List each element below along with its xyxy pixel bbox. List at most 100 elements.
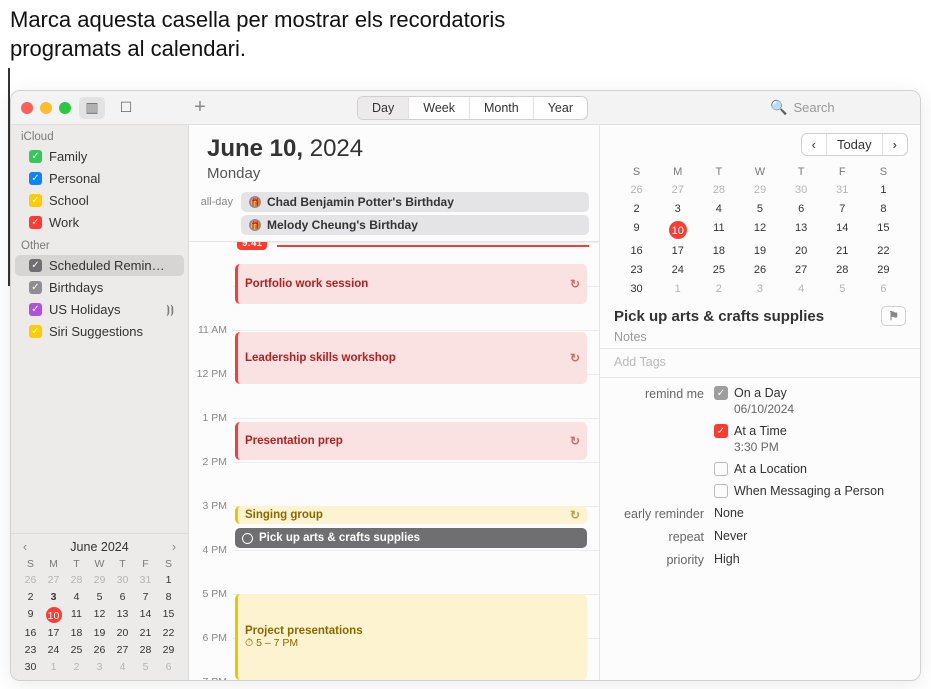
- event[interactable]: Project presentations⏱ 5 – 7 PM: [235, 594, 587, 680]
- mini-cal-day[interactable]: 6: [157, 660, 180, 674]
- priority-value[interactable]: High: [714, 552, 906, 566]
- mini-cal-day[interactable]: 16: [616, 244, 657, 258]
- mini-cal-day[interactable]: 1: [863, 183, 904, 197]
- mini-cal-day[interactable]: 3: [657, 202, 698, 216]
- sidebar-item-personal[interactable]: Personal: [15, 168, 184, 189]
- mini-cal-day[interactable]: 30: [111, 573, 134, 587]
- view-tab-year[interactable]: Year: [533, 97, 587, 119]
- on-a-day-value[interactable]: 06/10/2024: [734, 402, 906, 416]
- next-month-button[interactable]: ›: [168, 540, 180, 554]
- mini-cal-day[interactable]: 4: [781, 282, 822, 296]
- mini-cal-day[interactable]: 30: [19, 660, 42, 674]
- mini-cal-day[interactable]: 28: [822, 263, 863, 277]
- calendar-checkbox[interactable]: [29, 194, 42, 207]
- mini-cal-day[interactable]: 2: [698, 282, 739, 296]
- tags-field[interactable]: Add Tags: [600, 349, 920, 378]
- mini-cal-day[interactable]: 20: [111, 626, 134, 640]
- mini-cal-day[interactable]: 27: [111, 643, 134, 657]
- mini-cal-day[interactable]: 20: [781, 244, 822, 258]
- mini-cal-day[interactable]: 18: [65, 626, 88, 640]
- mini-cal-day[interactable]: 28: [698, 183, 739, 197]
- today-button[interactable]: Today: [826, 134, 882, 155]
- event[interactable]: Presentation prep↻: [235, 422, 587, 460]
- all-day-event[interactable]: 🎁Chad Benjamin Potter's Birthday: [241, 192, 589, 212]
- at-location-row[interactable]: At a Location: [714, 462, 906, 476]
- mini-cal-day[interactable]: 26: [739, 263, 780, 277]
- maximize-icon[interactable]: [59, 102, 71, 114]
- mini-cal-day[interactable]: 24: [657, 263, 698, 277]
- mini-cal-day[interactable]: 16: [19, 626, 42, 640]
- close-icon[interactable]: [21, 102, 33, 114]
- mini-cal-day[interactable]: 30: [781, 183, 822, 197]
- mini-cal-day[interactable]: 10: [669, 221, 687, 239]
- mini-cal-day[interactable]: 28: [134, 643, 157, 657]
- sidebar-item-family[interactable]: Family: [15, 146, 184, 167]
- calendar-checkbox[interactable]: [29, 303, 42, 316]
- at-a-time-value[interactable]: 3:30 PM: [734, 440, 906, 454]
- mini-cal-day[interactable]: 4: [65, 590, 88, 604]
- mini-cal-day[interactable]: 15: [157, 607, 180, 623]
- sidebar-item-birthdays[interactable]: Birthdays: [15, 277, 184, 298]
- sidebar-item-school[interactable]: School: [15, 190, 184, 211]
- mini-cal-day[interactable]: 11: [698, 221, 739, 239]
- mini-cal-day[interactable]: 26: [19, 573, 42, 587]
- sidebar-item-siri-suggestions[interactable]: Siri Suggestions: [15, 321, 184, 342]
- mini-cal-day[interactable]: 5: [88, 590, 111, 604]
- mini-cal-day[interactable]: 6: [111, 590, 134, 604]
- mini-cal-day[interactable]: 27: [42, 573, 65, 587]
- mini-cal-day[interactable]: 19: [88, 626, 111, 640]
- mini-cal-day[interactable]: 31: [822, 183, 863, 197]
- mini-cal-day[interactable]: 4: [111, 660, 134, 674]
- event-selected[interactable]: Pick up arts & crafts supplies: [235, 528, 587, 548]
- mini-cal-day[interactable]: 30: [616, 282, 657, 296]
- mini-cal-day[interactable]: 21: [134, 626, 157, 640]
- minimize-icon[interactable]: [40, 102, 52, 114]
- mini-cal-day[interactable]: 8: [863, 202, 904, 216]
- calendar-checkbox[interactable]: [29, 259, 42, 272]
- mini-cal-day[interactable]: 29: [88, 573, 111, 587]
- checkbox-when-messaging[interactable]: [714, 484, 728, 498]
- mini-cal-day[interactable]: 1: [42, 660, 65, 674]
- mini-cal-day[interactable]: 6: [781, 202, 822, 216]
- mini-cal-day[interactable]: 7: [822, 202, 863, 216]
- mini-cal-day[interactable]: 19: [739, 244, 780, 258]
- mini-cal-day[interactable]: 1: [657, 282, 698, 296]
- mini-cal-day[interactable]: 24: [42, 643, 65, 657]
- flag-button[interactable]: ⚑: [881, 306, 906, 326]
- view-tab-month[interactable]: Month: [469, 97, 533, 119]
- mini-cal-day[interactable]: 5: [739, 202, 780, 216]
- calendar-checkbox[interactable]: [29, 325, 42, 338]
- sidebar-toggle-button[interactable]: ▥: [79, 97, 105, 119]
- prev-month-button[interactable]: ‹: [19, 540, 31, 554]
- sidebar-item-scheduled-remin-[interactable]: Scheduled Remin…: [15, 255, 184, 276]
- mini-cal-day[interactable]: 25: [698, 263, 739, 277]
- mini-cal-day[interactable]: 22: [157, 626, 180, 640]
- mini-cal-day[interactable]: 4: [698, 202, 739, 216]
- add-event-button[interactable]: +: [185, 96, 215, 119]
- mini-cal-day[interactable]: 27: [657, 183, 698, 197]
- mini-cal-day[interactable]: 1: [157, 573, 180, 587]
- mini-cal-day[interactable]: 9: [616, 221, 657, 239]
- hour-grid[interactable]: 9:4111 AM12 PM1 PM2 PM3 PM4 PM5 PM6 PM7 …: [189, 242, 599, 680]
- mini-cal-day[interactable]: 29: [739, 183, 780, 197]
- calendar-checkbox[interactable]: [29, 172, 42, 185]
- checkbox-on-a-day[interactable]: ✓: [714, 386, 728, 400]
- early-reminder-value[interactable]: None: [714, 506, 906, 520]
- mini-cal-day[interactable]: 2: [19, 590, 42, 604]
- mini-cal-day[interactable]: 8: [157, 590, 180, 604]
- mini-cal-day[interactable]: 2: [65, 660, 88, 674]
- next-day-button[interactable]: ›: [882, 134, 907, 155]
- mini-cal-day[interactable]: 7: [134, 590, 157, 604]
- mini-cal-day[interactable]: 29: [157, 643, 180, 657]
- mini-cal-day[interactable]: 23: [19, 643, 42, 657]
- mini-cal-day[interactable]: 17: [42, 626, 65, 640]
- notes-field[interactable]: Notes: [600, 330, 920, 349]
- sidebar-item-work[interactable]: Work: [15, 212, 184, 233]
- mini-cal-day[interactable]: 18: [698, 244, 739, 258]
- mini-cal-day[interactable]: 2: [616, 202, 657, 216]
- all-day-event[interactable]: 🎁Melody Cheung's Birthday: [241, 215, 589, 235]
- mini-cal-day[interactable]: 17: [657, 244, 698, 258]
- calendar-checkbox[interactable]: [29, 216, 42, 229]
- sidebar-item-us-holidays[interactable]: US Holidays⦘⦘: [15, 299, 184, 320]
- mini-cal-day[interactable]: 14: [822, 221, 863, 239]
